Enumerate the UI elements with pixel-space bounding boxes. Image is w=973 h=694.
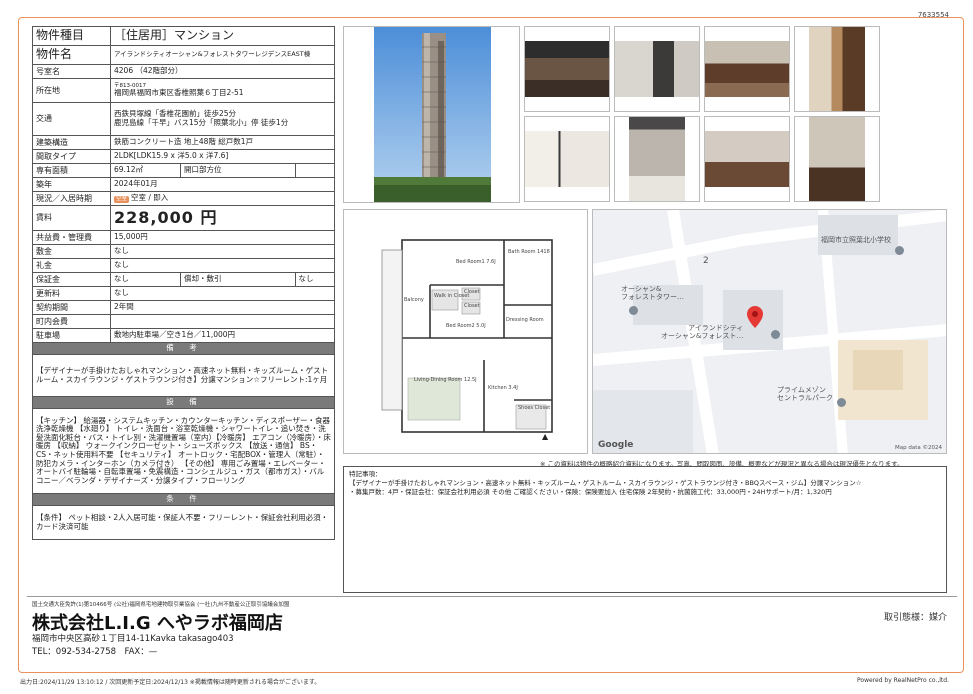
google-logo: Google — [598, 440, 634, 450]
status-badge: 空室 — [114, 196, 130, 203]
amortization-value: なし — [294, 272, 336, 287]
parking-label: 駐車場 — [32, 328, 111, 343]
fee-label: 共益費・管理費 — [32, 230, 111, 245]
rent-label: 賃料 — [32, 205, 111, 231]
room-dressing: Dressing Room — [506, 317, 544, 323]
interior-photo-7 — [704, 116, 790, 202]
interior-photo-4 — [794, 26, 880, 112]
built-value: 2024年01月 — [110, 177, 335, 192]
map-label-road-number: 2 — [703, 256, 709, 266]
remarks-body: 【デザイナーが手掛けたおしゃれマンション・高速ネット無料・キッズルーム・ゲストル… — [32, 354, 335, 397]
property-table: 物件種目 ［住居用］マンション 物件名 アイランドシティオーシャン&フォレストタ… — [32, 26, 336, 540]
map-label-tower-1: オーシャン& フォレストタワー… — [621, 285, 684, 302]
special-notes-line-1: 【デザイナーが手掛けたおしゃれマンション・高速ネット無料・キッズルーム・ゲストル… — [349, 478, 862, 487]
layout-label: 間取タイプ — [32, 149, 111, 164]
structure-value: 鉄筋コンクリート造 地上48階 総戸数1戸 — [110, 135, 335, 150]
association-label: 町内会費 — [32, 314, 111, 329]
remarks-heading: 備 考 — [32, 342, 335, 355]
guarantee-value: なし — [110, 272, 181, 287]
opening-value — [294, 163, 336, 178]
keymoney-label: 礼金 — [32, 258, 111, 273]
status-label: 現況／入居時期 — [32, 191, 111, 206]
layout-value: 2LDK[LDK15.9 x 洋5.0 x 洋7.6] — [110, 149, 335, 164]
conditions-body: 【条件】 ペット相談・2人入居可能・保証人不要・フリーレント・保証会社利用必須・… — [32, 505, 335, 540]
guarantee-label: 保証金 — [32, 272, 111, 287]
tower-2-pin-icon — [771, 330, 780, 339]
renewal-value: なし — [110, 286, 335, 301]
traffic-line-2: 鹿児島線「千早」バス15分「照葉北小」停 徒歩1分 — [114, 118, 289, 127]
location-label: 所在地 — [32, 78, 111, 103]
interior-photo-5 — [524, 116, 610, 202]
powered-by: Powered by RealNetPro co.,ltd. — [857, 677, 949, 684]
fee-value: 15,000円 — [110, 230, 335, 245]
contract-value: 2年間 — [110, 300, 335, 315]
school-pin-icon — [895, 246, 904, 255]
room-closet-2: Closet — [464, 303, 480, 309]
location-map[interactable]: 福岡市立照葉北小学校 2 オーシャン& フォレストタワー… アイランドシティ オ… — [592, 209, 947, 454]
association-value — [110, 314, 335, 329]
room-bed1: Bed Room1 7.6J — [456, 259, 496, 265]
status-value: 空室 空室 / 即入 — [110, 191, 335, 206]
traffic-label: 交通 — [32, 102, 111, 136]
map-label-school: 福岡市立照葉北小学校 — [821, 236, 891, 244]
keymoney-value: なし — [110, 258, 335, 273]
opening-label: 開口部方位 — [180, 163, 296, 178]
deposit-value: なし — [110, 244, 335, 259]
special-notes-title: 特記事項： — [349, 470, 382, 478]
interior-photo-6 — [614, 116, 700, 202]
type-label: 物件種目 — [32, 26, 111, 46]
map-label-park: プライムメゾン セントラルパーク — [777, 386, 833, 403]
room-living: Living·Dining Room 12.5J — [414, 377, 477, 383]
room-kitchen: Kitchen 3.4J — [488, 385, 518, 391]
built-label: 築年 — [32, 177, 111, 192]
amortization-label: 償却・敷引 — [180, 272, 296, 287]
interior-photo-1 — [524, 26, 610, 112]
special-notes-line-2: ・募集戸数：4戸・保証会社：保証会社利用必須 その他 ご確認ください・保険：保険… — [349, 487, 832, 496]
transaction-type: 取引態様：媒介 — [884, 613, 948, 623]
conditions-heading: 条 件 — [32, 493, 335, 506]
status-text: 空室 / 即入 — [131, 193, 169, 203]
area-value: 69.12㎡ — [110, 163, 181, 178]
renewal-label: 更新料 — [32, 286, 111, 301]
contract-label: 契約期間 — [32, 300, 111, 315]
company-contact: TEL：092-534-2758 FAX：— — [32, 647, 158, 657]
traffic-value: 西鉄貝塚線「香椎花園前」徒歩25分 鹿児島線「千早」バス15分「照葉北小」停 徒… — [110, 102, 335, 136]
type-value: ［住居用］マンション — [110, 26, 335, 46]
license-info: 国土交通大臣免許(1)第10466号 (公社)福岡県宅地建物取引業協会 (一社)… — [32, 602, 290, 608]
map-label-tower-2: アイランドシティ オーシャン&フォレスト… — [661, 324, 744, 341]
tower-pin-icon — [629, 306, 638, 315]
parking-value: 敷地内駐車場／空き1台／11,000円 — [110, 328, 335, 343]
north-arrow-icon: ▲ — [542, 432, 549, 441]
map-credit: Map data ©2024 — [895, 445, 942, 451]
floor-plan: Bed Room1 7.6J Bath Room 1418 Balcony Wa… — [343, 209, 588, 454]
special-notes: 特記事項： 【デザイナーが手掛けたおしゃれマンション・高速ネット無料・キッズルー… — [343, 466, 947, 593]
interior-photo-8 — [794, 116, 880, 202]
footer-divider — [27, 596, 957, 597]
name-label: 物件名 — [32, 45, 111, 65]
deposit-label: 敷金 — [32, 244, 111, 259]
print-info: 出力日:2024/11/29 13:10:12 / 次回更新予定日:2024/1… — [20, 679, 321, 686]
rent-value: 228,000 円 — [110, 205, 335, 231]
location-marker-icon — [747, 306, 763, 328]
structure-label: 建築構造 — [32, 135, 111, 150]
interior-photo-3 — [704, 26, 790, 112]
room-label: 号室名 — [32, 64, 111, 79]
facilities-body: 【キッチン】 給湯器・システムキッチン・カウンターキッチン・ディスポーザー・食器… — [32, 408, 335, 494]
room-shoes: Shoes Closet — [518, 405, 551, 411]
room-closet-1: Closet — [464, 289, 480, 295]
building-exterior-photo — [343, 26, 520, 203]
facilities-heading: 設 備 — [32, 396, 335, 409]
name-value: アイランドシティオーシャン&フォレストタワーレジデンスEAST棟 — [110, 45, 335, 65]
interior-photo-2 — [614, 26, 700, 112]
location-value: 〒813-0017 福岡県福岡市東区香椎照葉６丁目2-51 — [110, 78, 335, 103]
company-address: 福岡市中央区高砂１丁目14-11Kavka takasago403 — [32, 634, 234, 644]
room-balcony: Balcony — [404, 297, 424, 303]
area-label: 専有面積 — [32, 163, 111, 178]
address: 福岡県福岡市東区香椎照葉６丁目2-51 — [114, 88, 244, 98]
room-bath: Bath Room 1418 — [508, 249, 550, 255]
park-pin-icon — [837, 398, 846, 407]
room-bed2: Bed Room2 5.0J — [446, 323, 486, 329]
room-value: 4206 （42階部分） — [110, 64, 335, 79]
